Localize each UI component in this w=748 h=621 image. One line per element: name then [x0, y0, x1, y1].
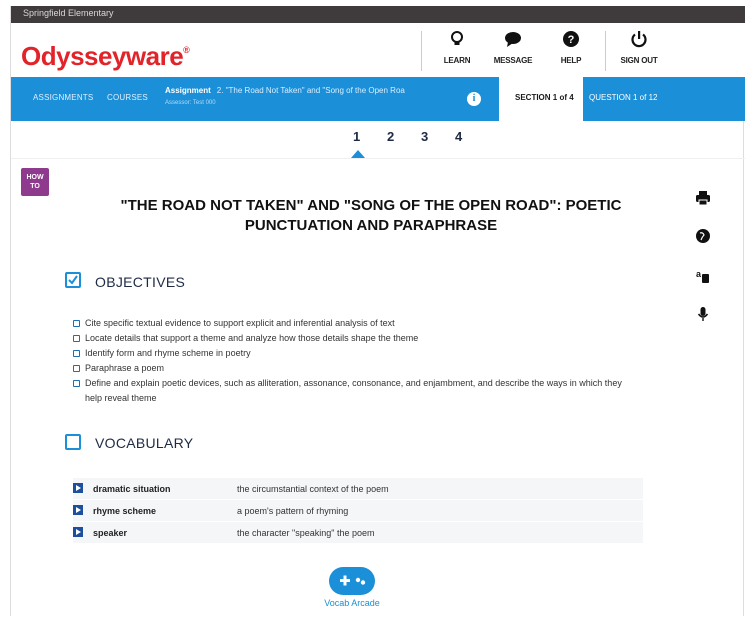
bullet-icon [73, 380, 80, 387]
power-icon [631, 31, 647, 48]
assignment-title[interactable]: Assignment 2. "The Road Not Taken" and "S… [165, 86, 405, 95]
microphone-icon[interactable] [695, 306, 711, 322]
message-button[interactable]: MESSAGE [485, 30, 541, 74]
nav-courses[interactable]: COURSES [107, 93, 148, 102]
objective-item: Cite specific textual evidence to suppor… [73, 316, 633, 331]
bullet-icon [73, 350, 80, 357]
message-label: MESSAGE [493, 56, 533, 65]
help-button[interactable]: ? HELP [543, 30, 599, 74]
title-line-2: PUNCTUATION AND PARAPHRASE [244, 217, 498, 234]
play-audio-icon[interactable] [73, 483, 83, 493]
objective-text: Paraphrase a poem [85, 363, 165, 373]
nav-assignments[interactable]: ASSIGNMENTS [33, 93, 93, 102]
vocabulary-list: dramatic situation the circumstantial co… [73, 478, 643, 544]
learn-label: LEARN [443, 56, 471, 65]
nav-bar: ASSIGNMENTS COURSES Assignment 2. "The Ro… [11, 77, 745, 121]
logo-text: Odysseyware [21, 41, 184, 71]
vocab-row: speaker the character "speaking" the poe… [73, 522, 643, 544]
header-divider [605, 31, 606, 71]
objective-text: Locate details that support a theme and … [85, 333, 419, 343]
bullet-icon [73, 335, 80, 342]
objective-text: Identify form and rhyme scheme in poetry [85, 348, 251, 358]
vocab-row: rhyme scheme a poem's pattern of rhyming [73, 500, 643, 522]
sign-out-button[interactable]: SIGN OUT [611, 30, 667, 74]
divider [11, 158, 745, 159]
globe-icon[interactable] [695, 228, 711, 244]
bullet-icon [73, 320, 80, 327]
vocab-term: speaker [93, 528, 128, 538]
objective-text: Cite specific textual evidence to suppor… [85, 318, 395, 328]
vocab-row: dramatic situation the circumstantial co… [73, 478, 643, 500]
bullet-icon [73, 365, 80, 372]
info-icon[interactable]: i [467, 92, 481, 106]
page-4-link[interactable]: 4 [455, 129, 462, 144]
play-audio-icon[interactable] [73, 527, 83, 537]
objective-item: Define and explain poetic devices, such … [73, 376, 633, 406]
header-divider [421, 31, 422, 71]
play-audio-icon[interactable] [73, 505, 83, 515]
help-label: HELP [560, 56, 582, 65]
page-3-link[interactable]: 3 [421, 129, 428, 144]
svg-text:a: a [696, 269, 702, 279]
svg-text:?: ? [568, 34, 575, 46]
page-title: "THE ROAD NOT TAKEN" AND "SONG OF THE OP… [71, 196, 671, 236]
school-strip: Springfield Elementary [11, 6, 745, 23]
vocab-arcade-label[interactable]: Vocab Arcade [307, 598, 397, 608]
app-frame: Springfield Elementary Odysseyware® LEAR… [10, 6, 745, 616]
objective-item: Identify form and rhyme scheme in poetry [73, 346, 633, 361]
checkbox-icon [65, 272, 81, 288]
vocabulary-heading: VOCABULARY [95, 435, 194, 451]
objective-item: Paraphrase a poem [73, 361, 633, 376]
assignment-label: Assignment [165, 86, 211, 95]
how-to-button[interactable]: HOW TO [21, 168, 49, 196]
school-name: Springfield Elementary [23, 8, 114, 18]
book-icon [65, 434, 81, 450]
section-tab[interactable]: SECTION 1 of 4 [499, 77, 583, 121]
assignment-name: 2. "The Road Not Taken" and "Song of the… [216, 86, 405, 95]
vocab-definition: the circumstantial context of the poem [237, 484, 389, 494]
logo[interactable]: Odysseyware® [21, 41, 190, 72]
logo-mark: ® [183, 45, 190, 55]
header: Odysseyware® LEARN MESSAGE ? HELP SIGN O… [11, 23, 745, 77]
title-line-1: "THE ROAD NOT TAKEN" AND "SONG OF THE OP… [120, 197, 622, 214]
translate-icon[interactable]: a [695, 268, 711, 284]
objective-item: Locate details that support a theme and … [73, 331, 633, 346]
question-circle-icon: ? [563, 31, 579, 47]
sign-out-label: SIGN OUT [620, 56, 658, 65]
section-label: SECTION 1 of 4 [515, 93, 574, 102]
game-controller-icon [340, 575, 366, 586]
current-page-indicator [351, 150, 365, 158]
objective-text: Define and explain poetic devices, such … [85, 378, 622, 403]
chat-bubble-icon [505, 32, 521, 47]
page-2-link[interactable]: 2 [387, 129, 394, 144]
vocab-term: dramatic situation [93, 484, 171, 494]
page-1-link[interactable]: 1 [353, 129, 360, 144]
vocab-definition: the character "speaking" the poem [237, 528, 375, 538]
learn-button[interactable]: LEARN [429, 30, 485, 74]
objectives-heading: OBJECTIVES [95, 274, 186, 290]
vocab-arcade-button[interactable] [329, 567, 375, 595]
vocab-definition: a poem's pattern of rhyming [237, 506, 349, 516]
assignment-subtitle: Assessor: Test 000 [165, 100, 216, 106]
question-tab[interactable]: QUESTION 1 of 12 [589, 93, 657, 102]
lightbulb-icon [451, 31, 463, 45]
print-icon[interactable] [695, 190, 711, 206]
vocab-term: rhyme scheme [93, 506, 157, 516]
objectives-list: Cite specific textual evidence to suppor… [73, 316, 633, 406]
